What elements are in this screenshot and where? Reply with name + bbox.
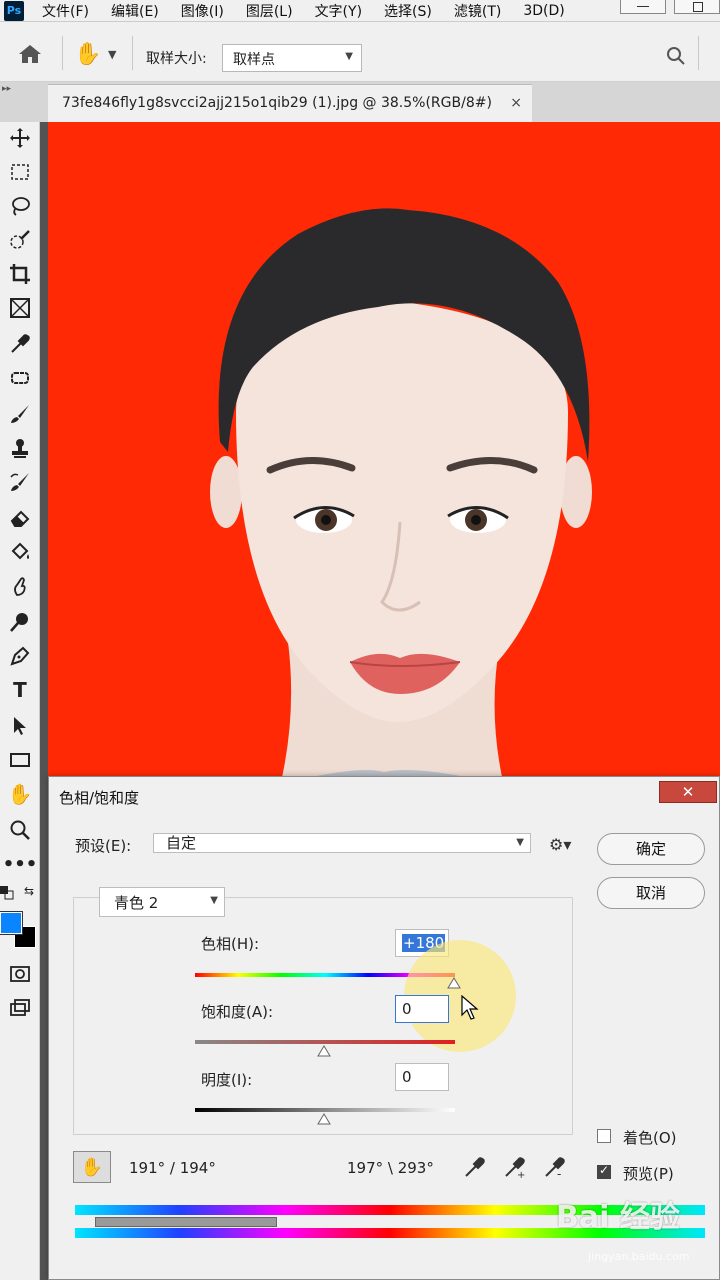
- mouse-cursor-icon: [461, 995, 479, 1020]
- home-icon[interactable]: [18, 44, 42, 64]
- watermark-logo: Bai 经验: [556, 1200, 680, 1235]
- close-icon[interactable]: ×: [510, 95, 522, 111]
- menu-layer[interactable]: 图层(L): [246, 1, 293, 21]
- move-tool-icon[interactable]: [8, 126, 32, 150]
- paint-bucket-tool-icon[interactable]: [8, 540, 32, 564]
- range-right-text: 197° \ 293°: [347, 1159, 434, 1177]
- lightness-value: 0: [402, 1068, 412, 1086]
- targeted-adjustment-tool-icon[interactable]: ✋: [73, 1151, 111, 1183]
- search-icon[interactable]: [666, 46, 686, 66]
- healing-brush-tool-icon[interactable]: [8, 366, 32, 390]
- lightness-slider-track[interactable]: [195, 1108, 455, 1112]
- quick-mask-icon[interactable]: [8, 962, 32, 986]
- more-tools-icon[interactable]: •••: [3, 852, 38, 876]
- toolbox: T ✋ ••• ⇆: [0, 122, 40, 1280]
- hand-tool-icon[interactable]: ✋: [8, 782, 33, 806]
- type-tool-icon[interactable]: T: [8, 678, 32, 702]
- document-tab[interactable]: 73fe846fly1g8svcci2ajj215o1qib29 (1).jpg…: [48, 84, 532, 122]
- eyedropper-add-icon[interactable]: +: [503, 1155, 527, 1179]
- sample-size-label: 取样大小:: [146, 51, 207, 67]
- menu-edit[interactable]: 编辑(E): [111, 1, 159, 21]
- collapse-panel-icon[interactable]: ▸▸: [2, 84, 11, 94]
- brush-tool-icon[interactable]: [8, 402, 32, 426]
- saturation-slider-thumb[interactable]: [317, 1045, 331, 1057]
- swap-colors-icon[interactable]: ⇆: [22, 884, 36, 898]
- hand-tool-icon[interactable]: ✋: [74, 42, 101, 67]
- default-colors-icon[interactable]: [0, 886, 14, 900]
- dialog-close-button[interactable]: ✕: [659, 781, 717, 803]
- range-left-text: 191° / 194°: [129, 1159, 216, 1177]
- screen-mode-icon[interactable]: [8, 996, 32, 1020]
- window-controls: [612, 0, 720, 22]
- foreground-color-swatch[interactable]: [0, 911, 23, 935]
- lightness-label: 明度(I):: [201, 1071, 253, 1089]
- chevron-down-icon: ▼: [345, 51, 353, 62]
- eyedropper-icon[interactable]: [463, 1155, 487, 1179]
- saturation-slider-track[interactable]: [195, 1040, 455, 1044]
- crop-tool-icon[interactable]: [8, 262, 32, 286]
- preset-value: 自定: [166, 834, 197, 852]
- menu-type[interactable]: 文字(Y): [315, 1, 362, 21]
- document-tab-title: 73fe846fly1g8svcci2ajj215o1qib29 (1).jpg…: [62, 95, 492, 111]
- chevron-down-icon: ▼: [516, 837, 524, 848]
- document-tab-bar: ▸▸ 73fe846fly1g8svcci2ajj215o1qib29 (1).…: [0, 82, 720, 122]
- preview-checkbox[interactable]: [597, 1163, 611, 1179]
- lightness-input[interactable]: 0: [395, 1063, 449, 1091]
- divider: [132, 36, 133, 70]
- cancel-button[interactable]: 取消: [597, 877, 705, 909]
- history-brush-tool-icon[interactable]: [8, 470, 32, 494]
- eyedropper-subtract-icon[interactable]: -: [543, 1155, 567, 1179]
- preset-label: 预设(E):: [75, 837, 132, 855]
- saturation-value: 0: [402, 1000, 412, 1018]
- saturation-label: 饱和度(A):: [201, 1003, 274, 1021]
- ok-button[interactable]: 确定: [597, 833, 705, 865]
- colorize-label: 着色(O): [623, 1129, 677, 1147]
- channel-value: 青色 2: [114, 894, 159, 912]
- eraser-tool-icon[interactable]: [8, 506, 32, 530]
- svg-text:+: +: [517, 1170, 525, 1179]
- divider: [62, 36, 63, 70]
- lightness-slider-thumb[interactable]: [317, 1113, 331, 1125]
- menu-filter[interactable]: 滤镜(T): [454, 1, 501, 21]
- sample-size-value: 取样点: [233, 52, 275, 68]
- channel-select[interactable]: 青色 2 ▼: [99, 887, 225, 917]
- dialog-title: 色相/饱和度: [49, 777, 719, 813]
- preset-select[interactable]: 自定 ▼: [153, 833, 531, 853]
- color-range-slider[interactable]: [95, 1217, 277, 1227]
- menu-file[interactable]: 文件(F): [42, 1, 89, 21]
- quick-selection-tool-icon[interactable]: [8, 228, 32, 252]
- menu-3d[interactable]: 3D(D): [523, 3, 564, 19]
- path-selection-tool-icon[interactable]: [8, 714, 32, 738]
- saturation-input[interactable]: 0: [395, 995, 449, 1023]
- chevron-down-icon: ▼: [210, 895, 218, 906]
- hue-slider-thumb[interactable]: [447, 977, 461, 989]
- frame-tool-icon[interactable]: [8, 296, 32, 320]
- menu-image[interactable]: 图像(I): [181, 1, 224, 21]
- hue-label: 色相(H):: [201, 935, 260, 953]
- sample-size-select[interactable]: 取样点 ▼: [222, 44, 362, 72]
- photoshop-logo: Ps: [4, 0, 24, 21]
- eyedropper-tool-icon[interactable]: [8, 332, 32, 356]
- options-bar: ✋ ▼ 取样大小: 取样点 ▼: [0, 22, 720, 82]
- dodge-tool-icon[interactable]: [8, 610, 32, 634]
- divider: [698, 36, 699, 70]
- preview-label: 预览(P): [623, 1165, 674, 1183]
- gear-icon[interactable]: ⚙▾: [549, 835, 571, 854]
- maximize-button[interactable]: [674, 0, 720, 14]
- colorize-checkbox[interactable]: [597, 1129, 611, 1143]
- menu-bar: Ps 文件(F) 编辑(E) 图像(I) 图层(L) 文字(Y) 选择(S) 滤…: [0, 0, 720, 22]
- zoom-tool-icon[interactable]: [8, 818, 32, 842]
- svg-text:-: -: [557, 1167, 561, 1179]
- marquee-tool-icon[interactable]: [8, 160, 32, 184]
- clone-stamp-tool-icon[interactable]: [8, 436, 32, 460]
- rectangle-tool-icon[interactable]: [8, 748, 32, 772]
- minimize-button[interactable]: [620, 0, 666, 14]
- menu-select[interactable]: 选择(S): [384, 1, 432, 21]
- chevron-down-icon[interactable]: ▼: [108, 48, 116, 61]
- smudge-tool-icon[interactable]: [8, 574, 32, 598]
- pen-tool-icon[interactable]: [8, 644, 32, 668]
- lasso-tool-icon[interactable]: [8, 194, 32, 218]
- watermark-url: jingyan.baidu.com: [588, 1250, 690, 1263]
